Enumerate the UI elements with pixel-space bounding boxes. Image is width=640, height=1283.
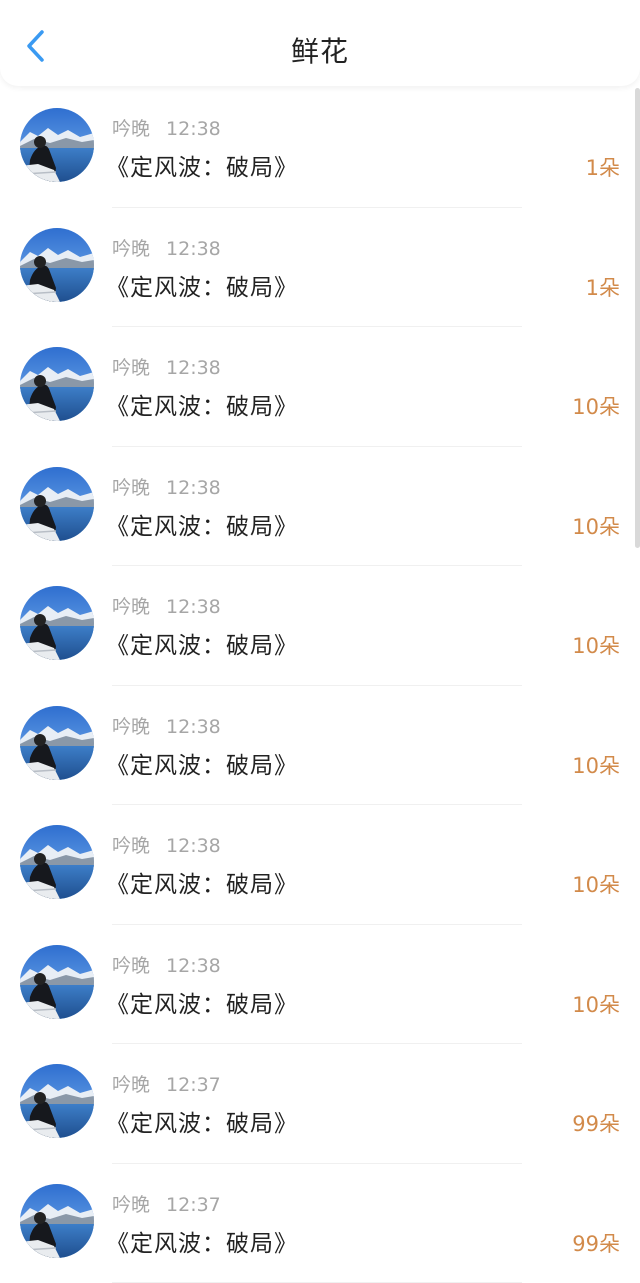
work-title: 《定风波：破局》 [106,1224,298,1258]
flower-count: 1朵 [586,152,620,182]
list-item[interactable]: 吟晚 12:38 《定风波：破局》 10朵 [0,447,632,567]
flower-count: 99朵 [572,1108,620,1138]
avatar[interactable] [20,825,94,899]
flower-count: 10朵 [572,750,620,780]
user-name[interactable]: 吟晚 [112,1194,150,1216]
avatar[interactable] [20,586,94,660]
list-item[interactable]: 吟晚 12:38 《定风波：破局》 1朵 [0,88,632,208]
avatar[interactable] [20,467,94,541]
work-title: 《定风波：破局》 [106,268,298,302]
work-title: 《定风波：破局》 [106,626,298,660]
avatar[interactable] [20,1184,94,1258]
flower-count: 10朵 [572,391,620,421]
work-title: 《定风波：破局》 [106,387,298,421]
flower-count: 10朵 [572,989,620,1019]
user-name[interactable]: 吟晚 [112,118,150,140]
work-title: 《定风波：破局》 [106,148,298,182]
scrollbar[interactable] [635,88,640,548]
top-bar: 鲜花 [0,0,640,86]
list-item[interactable]: 吟晚 12:38 《定风波：破局》 10朵 [0,805,632,925]
avatar[interactable] [20,228,94,302]
list-item[interactable]: 吟晚 12:37 《定风波：破局》 99朵 [0,1044,632,1164]
user-name[interactable]: 吟晚 [112,835,150,857]
list-item[interactable]: 吟晚 12:38 《定风波：破局》 10朵 [0,327,632,447]
work-title: 《定风波：破局》 [106,507,298,541]
user-name[interactable]: 吟晚 [112,596,150,618]
flower-gift-list: 吟晚 12:38 《定风波：破局》 1朵 吟晚 12:38 《定风波：破局》 1朵 [0,88,632,1283]
flower-count: 99朵 [572,1228,620,1258]
work-title: 《定风波：破局》 [106,1104,298,1138]
list-item[interactable]: 吟晚 12:38 《定风波：破局》 1朵 [0,208,632,328]
user-name[interactable]: 吟晚 [112,477,150,499]
avatar[interactable] [20,945,94,1019]
list-item[interactable]: 吟晚 12:38 《定风波：破局》 10朵 [0,686,632,806]
flower-count: 10朵 [572,630,620,660]
avatar[interactable] [20,347,94,421]
list-item[interactable]: 吟晚 12:38 《定风波：破局》 10朵 [0,566,632,686]
timestamp: 12:37 [166,1194,221,1216]
work-title: 《定风波：破局》 [106,746,298,780]
flower-count: 1朵 [586,272,620,302]
user-name[interactable]: 吟晚 [112,1074,150,1096]
avatar[interactable] [20,706,94,780]
timestamp: 12:38 [166,955,221,977]
user-name[interactable]: 吟晚 [112,716,150,738]
flower-count: 10朵 [572,511,620,541]
avatar[interactable] [20,108,94,182]
timestamp: 12:38 [166,118,221,140]
user-name[interactable]: 吟晚 [112,357,150,379]
work-title: 《定风波：破局》 [106,985,298,1019]
timestamp: 12:38 [166,596,221,618]
list-item[interactable]: 吟晚 12:37 《定风波：破局》 99朵 [0,1164,632,1283]
timestamp: 12:37 [166,1074,221,1096]
timestamp: 12:38 [166,357,221,379]
flower-count: 10朵 [572,869,620,899]
timestamp: 12:38 [166,835,221,857]
list-item[interactable]: 吟晚 12:38 《定风波：破局》 10朵 [0,925,632,1045]
timestamp: 12:38 [166,238,221,260]
work-title: 《定风波：破局》 [106,865,298,899]
timestamp: 12:38 [166,716,221,738]
timestamp: 12:38 [166,477,221,499]
user-name[interactable]: 吟晚 [112,238,150,260]
page-title: 鲜花 [0,30,640,70]
user-name[interactable]: 吟晚 [112,955,150,977]
avatar[interactable] [20,1064,94,1138]
